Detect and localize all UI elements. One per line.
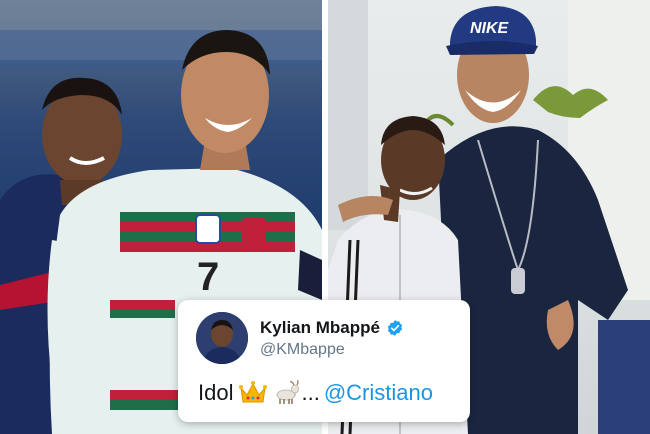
verified-badge-icon (387, 320, 403, 336)
collage: 7 NIKE Kylian Mbappé @KMbappe Idol ... @… (0, 0, 650, 434)
mention-link[interactable]: @Cristiano (324, 380, 433, 406)
tweet-ellipsis: ... (301, 380, 320, 405)
goat-emoji-icon (277, 380, 300, 404)
crown-emoji-icon (239, 381, 268, 403)
svg-text:NIKE: NIKE (470, 20, 510, 37)
author-name[interactable]: Kylian Mbappé (260, 318, 380, 338)
avatar[interactable] (196, 312, 248, 364)
tweet-text-word: Idol (198, 380, 234, 405)
author-row: Kylian Mbappé (260, 318, 404, 338)
tweet-text: Idol ... @Cristiano (198, 380, 433, 406)
svg-text:7: 7 (197, 255, 219, 299)
tweet-card[interactable]: Kylian Mbappé @KMbappe Idol ... @Cristia… (178, 300, 470, 422)
avatar-image (196, 312, 248, 364)
author-handle[interactable]: @KMbappe (260, 341, 345, 359)
